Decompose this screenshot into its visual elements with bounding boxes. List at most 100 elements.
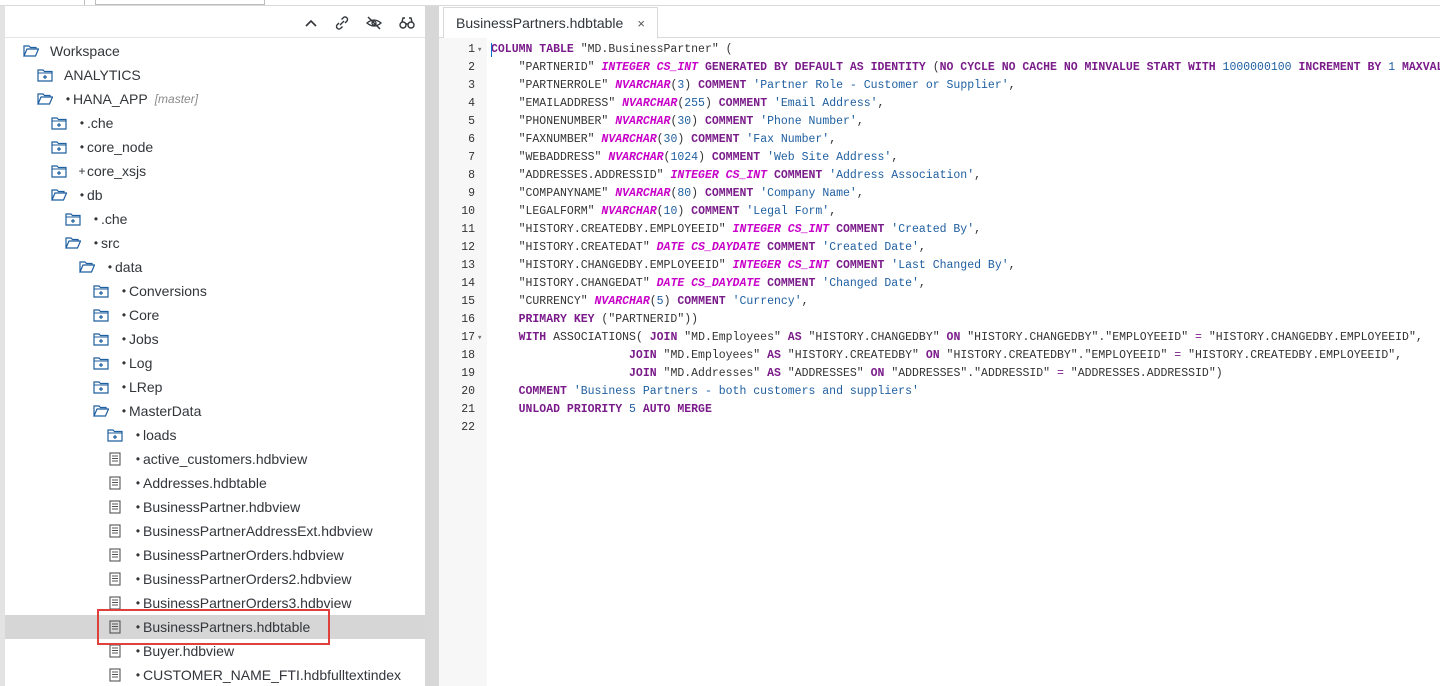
tree-folder-item[interactable]: • HANA_APP [master] xyxy=(5,87,425,111)
code-token: COMMENT xyxy=(691,133,747,146)
file-icon xyxy=(106,571,124,587)
tree-folder-item[interactable]: • src xyxy=(5,231,425,255)
git-branch-label: [master] xyxy=(154,92,199,106)
editor-tabbar: BusinessPartners.hdbtable × xyxy=(439,6,1440,39)
code-token: JOIN xyxy=(629,349,664,362)
code-token: COMMENT xyxy=(704,187,761,200)
code-token: NVARCHAR xyxy=(615,187,671,200)
link-icon[interactable] xyxy=(332,13,352,33)
text-cursor xyxy=(491,43,492,57)
git-status-marker: + xyxy=(78,164,86,178)
tree-folder-item[interactable]: + core_xsjs xyxy=(5,159,425,183)
code-token: "PHONENUMBER" xyxy=(491,115,616,128)
fold-toggle-icon[interactable]: ▾ xyxy=(477,41,485,59)
code-token: "MD.Employees" xyxy=(684,331,788,344)
code-text: "FAXNUMBER" NVARCHAR(30) COMMENT 'Fax Nu… xyxy=(491,131,837,149)
code-text: "PARTNERID" INTEGER CS_INT GENERATED BY … xyxy=(491,59,1440,77)
tree-file-item[interactable]: • BusinessPartnerOrders.hdbview xyxy=(5,543,425,567)
code-token: 30 xyxy=(663,133,678,146)
selection-highlight-box xyxy=(97,609,330,645)
git-status-marker: • xyxy=(121,308,127,322)
tree-folder-item[interactable]: • core_node xyxy=(5,135,425,159)
git-status-marker: • xyxy=(121,284,127,298)
code-token: 'Partner Role - Customer or Supplier' xyxy=(753,79,1009,92)
git-status-marker: • xyxy=(65,92,71,106)
line-number: 19 xyxy=(461,367,475,380)
tree-file-item[interactable]: • BusinessPartnerAddressExt.hdbview xyxy=(5,519,425,543)
code-editor: BusinessPartners.hdbtable × 1 ▾ COLUMN TAB… xyxy=(439,6,1440,686)
tree-folder-item[interactable]: • LRep xyxy=(5,375,425,399)
tree-folder-item[interactable]: • Conversions xyxy=(5,279,425,303)
code-text: COLUMN TABLE "MD.BusinessPartner" ( xyxy=(491,41,733,59)
line-number: 14 xyxy=(461,277,475,290)
code-line: 12 "HISTORY.CREATEDAT" DATE CS_DAYDATE C… xyxy=(439,239,1440,257)
code-token: "HISTORY.CREATEDBY" xyxy=(787,349,926,362)
code-text: WITH ASSOCIATIONS( JOIN "MD.Employees" A… xyxy=(491,329,1423,347)
folder-collapsed-icon xyxy=(92,307,110,323)
code-token: "MD.BusinessPartner" ( xyxy=(580,43,733,56)
line-number: 7 xyxy=(468,151,475,164)
code-area[interactable]: 1 ▾ COLUMN TABLE "MD.BusinessPartner" (2 "… xyxy=(439,38,1440,686)
git-status-marker: • xyxy=(135,476,141,490)
tree-folder-item[interactable]: • .che xyxy=(5,111,425,135)
code-token: ) xyxy=(677,133,692,146)
tree-file-item[interactable]: • CUSTOMER_NAME_FTI.hdbfulltextindex xyxy=(5,663,425,686)
tree-folder-item[interactable]: • .che xyxy=(5,207,425,231)
tree-folder-item[interactable]: ANALYTICS xyxy=(5,63,425,87)
hide-icon[interactable] xyxy=(364,13,384,33)
code-token: "ADDRESSES.ADDRESSID" xyxy=(491,169,671,182)
code-token: "PARTNERID" xyxy=(491,61,602,74)
code-token: ) xyxy=(684,79,699,92)
code-token: ASSOCIATIONS( xyxy=(553,331,650,344)
tree-item-label: Log xyxy=(129,355,153,371)
code-token: "HISTORY.CHANGEDBY.EMPLOYEEID" xyxy=(491,259,733,272)
code-token: , xyxy=(891,151,899,164)
tree-folder-item[interactable]: • MasterData xyxy=(5,399,425,423)
tree-folder-item[interactable]: • data xyxy=(5,255,425,279)
tree-folder-item[interactable]: • loads xyxy=(5,423,425,447)
code-token: NVARCHAR xyxy=(615,79,671,92)
tree-folder-item[interactable]: • Log xyxy=(5,351,425,375)
tree-folder-item[interactable]: • db xyxy=(5,183,425,207)
tree-file-item[interactable]: • Addresses.hdbtable xyxy=(5,471,425,495)
line-number: 6 xyxy=(468,133,475,146)
code-token: = xyxy=(1195,331,1202,344)
folder-collapsed-icon xyxy=(50,139,68,155)
line-number: 18 xyxy=(461,349,475,362)
close-icon[interactable]: × xyxy=(637,16,645,31)
tree-item-label: Buyer.hdbview xyxy=(143,643,235,659)
git-status-marker: • xyxy=(135,572,141,586)
tree-item-label: HANA_APP xyxy=(73,91,148,107)
code-token: "EMAILADDRESS" xyxy=(491,97,623,110)
collapse-icon[interactable] xyxy=(301,13,321,33)
code-line: 5 "PHONENUMBER" NVARCHAR(30) COMMENT 'Ph… xyxy=(439,113,1440,131)
line-number: 4 xyxy=(468,97,475,110)
code-text: "WEBADDRESS" NVARCHAR(1024) COMMENT 'Web… xyxy=(491,149,899,167)
file-icon xyxy=(106,451,124,467)
tree-item-label: loads xyxy=(143,427,177,443)
tree-item-label: BusinessPartner.hdbview xyxy=(143,499,301,515)
code-token: 'Phone Number' xyxy=(760,115,857,128)
panel-splitter[interactable] xyxy=(425,6,439,686)
code-text: "HISTORY.CHANGEDAT" DATE CS_DAYDATE COMM… xyxy=(491,275,926,293)
top-strip-field xyxy=(95,0,265,5)
code-token: 'Created Date' xyxy=(822,241,919,254)
tab-businesspartners-hdbtable[interactable]: BusinessPartners.hdbtable × xyxy=(443,7,658,39)
tree-item-label: MasterData xyxy=(129,403,202,419)
code-token: ) xyxy=(663,295,678,308)
code-token: "HISTORY.CREATEDBY.EMPLOYEEID", xyxy=(1181,349,1403,362)
binoculars-icon[interactable] xyxy=(397,13,417,33)
code-text: "EMAILADDRESS" NVARCHAR(255) COMMENT 'Em… xyxy=(491,95,885,113)
tree-folder-item[interactable]: • Jobs xyxy=(5,327,425,351)
tree-file-item[interactable]: • BusinessPartnerOrders2.hdbview xyxy=(5,567,425,591)
code-token: , xyxy=(801,295,809,308)
fold-toggle-icon[interactable]: ▾ xyxy=(477,329,485,347)
code-token: ( xyxy=(649,295,657,308)
tree-folder-item[interactable]: • Core xyxy=(5,303,425,327)
git-status-marker: • xyxy=(135,596,141,610)
tree-file-item[interactable]: • BusinessPartner.hdbview xyxy=(5,495,425,519)
tree-folder-item[interactable]: Workspace xyxy=(5,39,425,63)
tree-file-item[interactable]: • active_customers.hdbview xyxy=(5,447,425,471)
code-token: COMMENT xyxy=(677,295,733,308)
code-token: 1000000100 xyxy=(1222,61,1292,74)
